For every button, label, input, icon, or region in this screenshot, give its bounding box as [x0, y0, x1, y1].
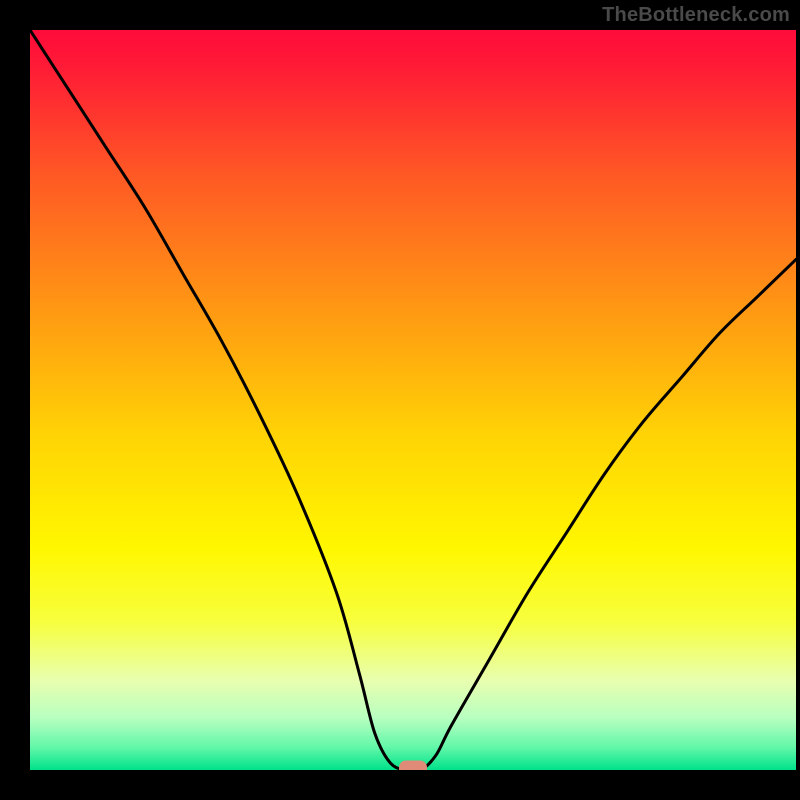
bottleneck-chart — [0, 0, 800, 800]
chart-stage: TheBottleneck.com — [0, 0, 800, 800]
chart-gradient-bg — [30, 30, 796, 770]
